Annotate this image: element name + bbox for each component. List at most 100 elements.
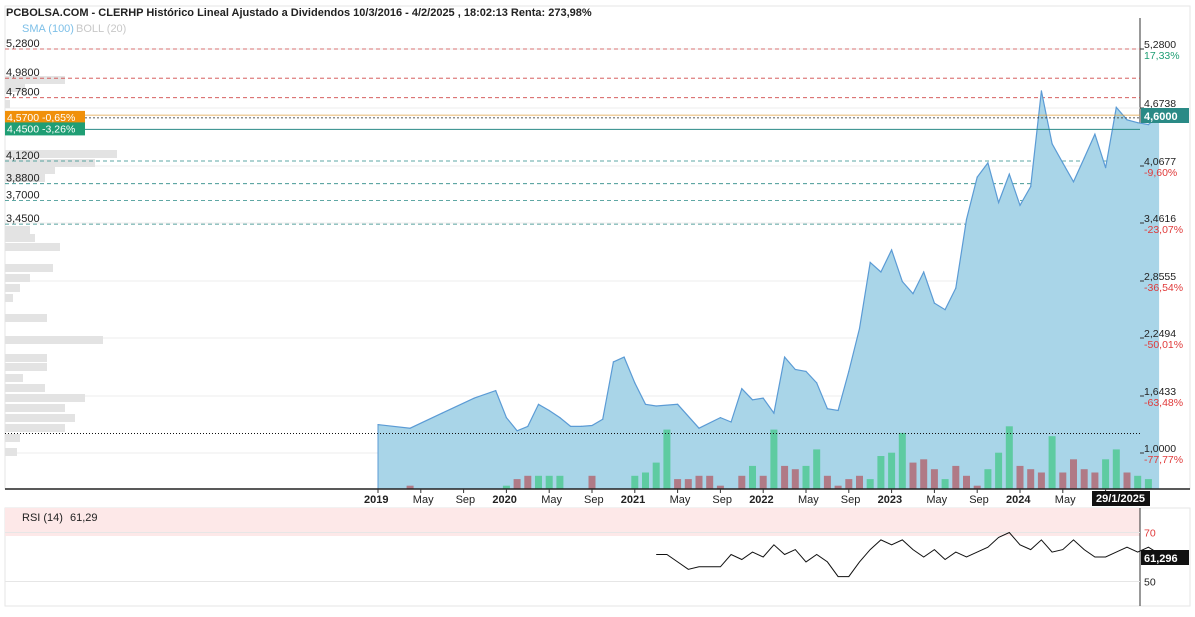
volume-bar — [1091, 472, 1099, 489]
volume-bar — [1005, 426, 1013, 489]
left-price-label: 3,7000 — [6, 190, 40, 202]
volume-bar — [1112, 449, 1120, 489]
volume-bar — [1059, 472, 1067, 489]
volume-bar — [1123, 472, 1131, 489]
volume-bar — [1027, 469, 1035, 489]
volume-profile-bar — [5, 374, 23, 382]
price-point — [730, 421, 732, 423]
volume-bar — [545, 475, 553, 489]
x-axis-label: May — [926, 494, 947, 506]
price-point — [655, 405, 657, 407]
x-axis-label: Sep — [841, 494, 861, 506]
price-point — [741, 388, 743, 390]
price-point — [965, 218, 968, 220]
volume-bar — [631, 475, 639, 489]
volume-bar — [866, 479, 874, 489]
price-point — [923, 271, 925, 273]
x-axis-label: Sep — [712, 494, 732, 506]
chart-window: PCBOLSA.COM - CLERHP Histórico Lineal Aj… — [0, 0, 1195, 612]
price-point — [1126, 119, 1128, 121]
volume-profile-bar — [5, 284, 20, 292]
volume-profile-bar — [5, 234, 35, 242]
date-badge-text: 29/1/2025 — [1096, 493, 1145, 505]
volume-bar — [652, 462, 660, 489]
volume-bar — [759, 475, 767, 489]
rsi-current-badge-text: 61,296 — [1144, 553, 1178, 565]
volume-bar — [535, 475, 542, 489]
price-point — [1072, 181, 1075, 183]
price-point — [816, 382, 818, 384]
price-point — [1083, 157, 1085, 159]
volume-bar — [952, 465, 960, 489]
left-price-label: 5,2800 — [6, 38, 40, 50]
volume-bar — [888, 452, 896, 489]
price-point — [719, 417, 722, 419]
volume-profile-bar — [5, 404, 65, 412]
price-chart: PCBOLSA.COM - CLERHP Histórico Lineal Aj… — [0, 0, 1195, 612]
price-point — [602, 418, 604, 420]
volume-profile-bar — [5, 448, 17, 456]
right-axis-percent: -63,48% — [1144, 397, 1183, 409]
volume-bar — [1134, 475, 1142, 489]
price-point — [773, 412, 775, 414]
right-axis-percent: -50,01% — [1144, 339, 1183, 351]
x-axis-label: 2021 — [621, 494, 645, 506]
x-axis-label: 2019 — [364, 494, 388, 506]
volume-profile-bar — [5, 226, 30, 234]
volume-bar — [941, 479, 949, 489]
volume-profile-bar — [5, 294, 13, 302]
volume-profile-bar — [5, 314, 47, 322]
price-point — [751, 399, 754, 401]
price-point — [794, 368, 796, 371]
price-point — [933, 302, 936, 304]
volume-bar — [770, 429, 778, 489]
price-point — [1040, 90, 1042, 92]
price-point — [869, 261, 871, 263]
x-axis-label: 2024 — [1006, 494, 1031, 506]
volume-bar — [706, 475, 714, 489]
price-point — [409, 427, 411, 429]
price-point — [516, 430, 518, 432]
volume-bar — [963, 475, 970, 489]
price-point — [591, 424, 593, 427]
price-point — [901, 280, 903, 283]
price-point — [1137, 122, 1139, 124]
volume-profile-bar — [5, 414, 75, 422]
price-point — [377, 424, 379, 426]
volume-bar — [856, 475, 863, 489]
price-point — [1115, 106, 1117, 108]
left-price-label: 4,1200 — [6, 150, 40, 162]
volume-bar — [984, 469, 992, 489]
price-point — [634, 382, 636, 384]
rsi-value: 61,29 — [70, 512, 98, 524]
volume-bar — [1037, 472, 1045, 489]
volume-bar — [642, 472, 649, 489]
volume-profile-bar — [5, 354, 47, 362]
sma-indicator-label[interactable]: SMA (100) — [22, 23, 74, 35]
price-point — [891, 249, 893, 251]
price-point — [976, 176, 978, 178]
price-point — [826, 408, 829, 410]
price-point — [644, 403, 647, 405]
volume-bar — [823, 475, 831, 489]
boll-indicator-label[interactable]: BOLL (20) — [76, 23, 126, 35]
left-price-badges: 4,5700 -0,65%4,4500 -3,26% — [5, 110, 85, 136]
right-axis-percent: -23,07% — [1144, 224, 1183, 236]
price-point — [570, 425, 572, 427]
rsi-overbought-zone — [5, 508, 1140, 536]
volume-bar — [556, 475, 564, 489]
volume-bar — [588, 475, 596, 489]
price-point — [495, 390, 497, 392]
volume-profile-bar — [5, 336, 103, 344]
price-point — [987, 162, 989, 164]
x-axis-label: Sep — [584, 494, 604, 506]
volume-profile-bar — [5, 424, 65, 432]
price-point — [858, 327, 861, 330]
price-point — [548, 409, 550, 412]
volume-profile-bar — [5, 394, 85, 402]
volume-bar — [749, 465, 756, 489]
volume-profile-bar — [5, 434, 20, 442]
price-point — [473, 397, 475, 399]
volume-profile-bar — [5, 274, 30, 282]
volume-bar — [1102, 459, 1110, 489]
